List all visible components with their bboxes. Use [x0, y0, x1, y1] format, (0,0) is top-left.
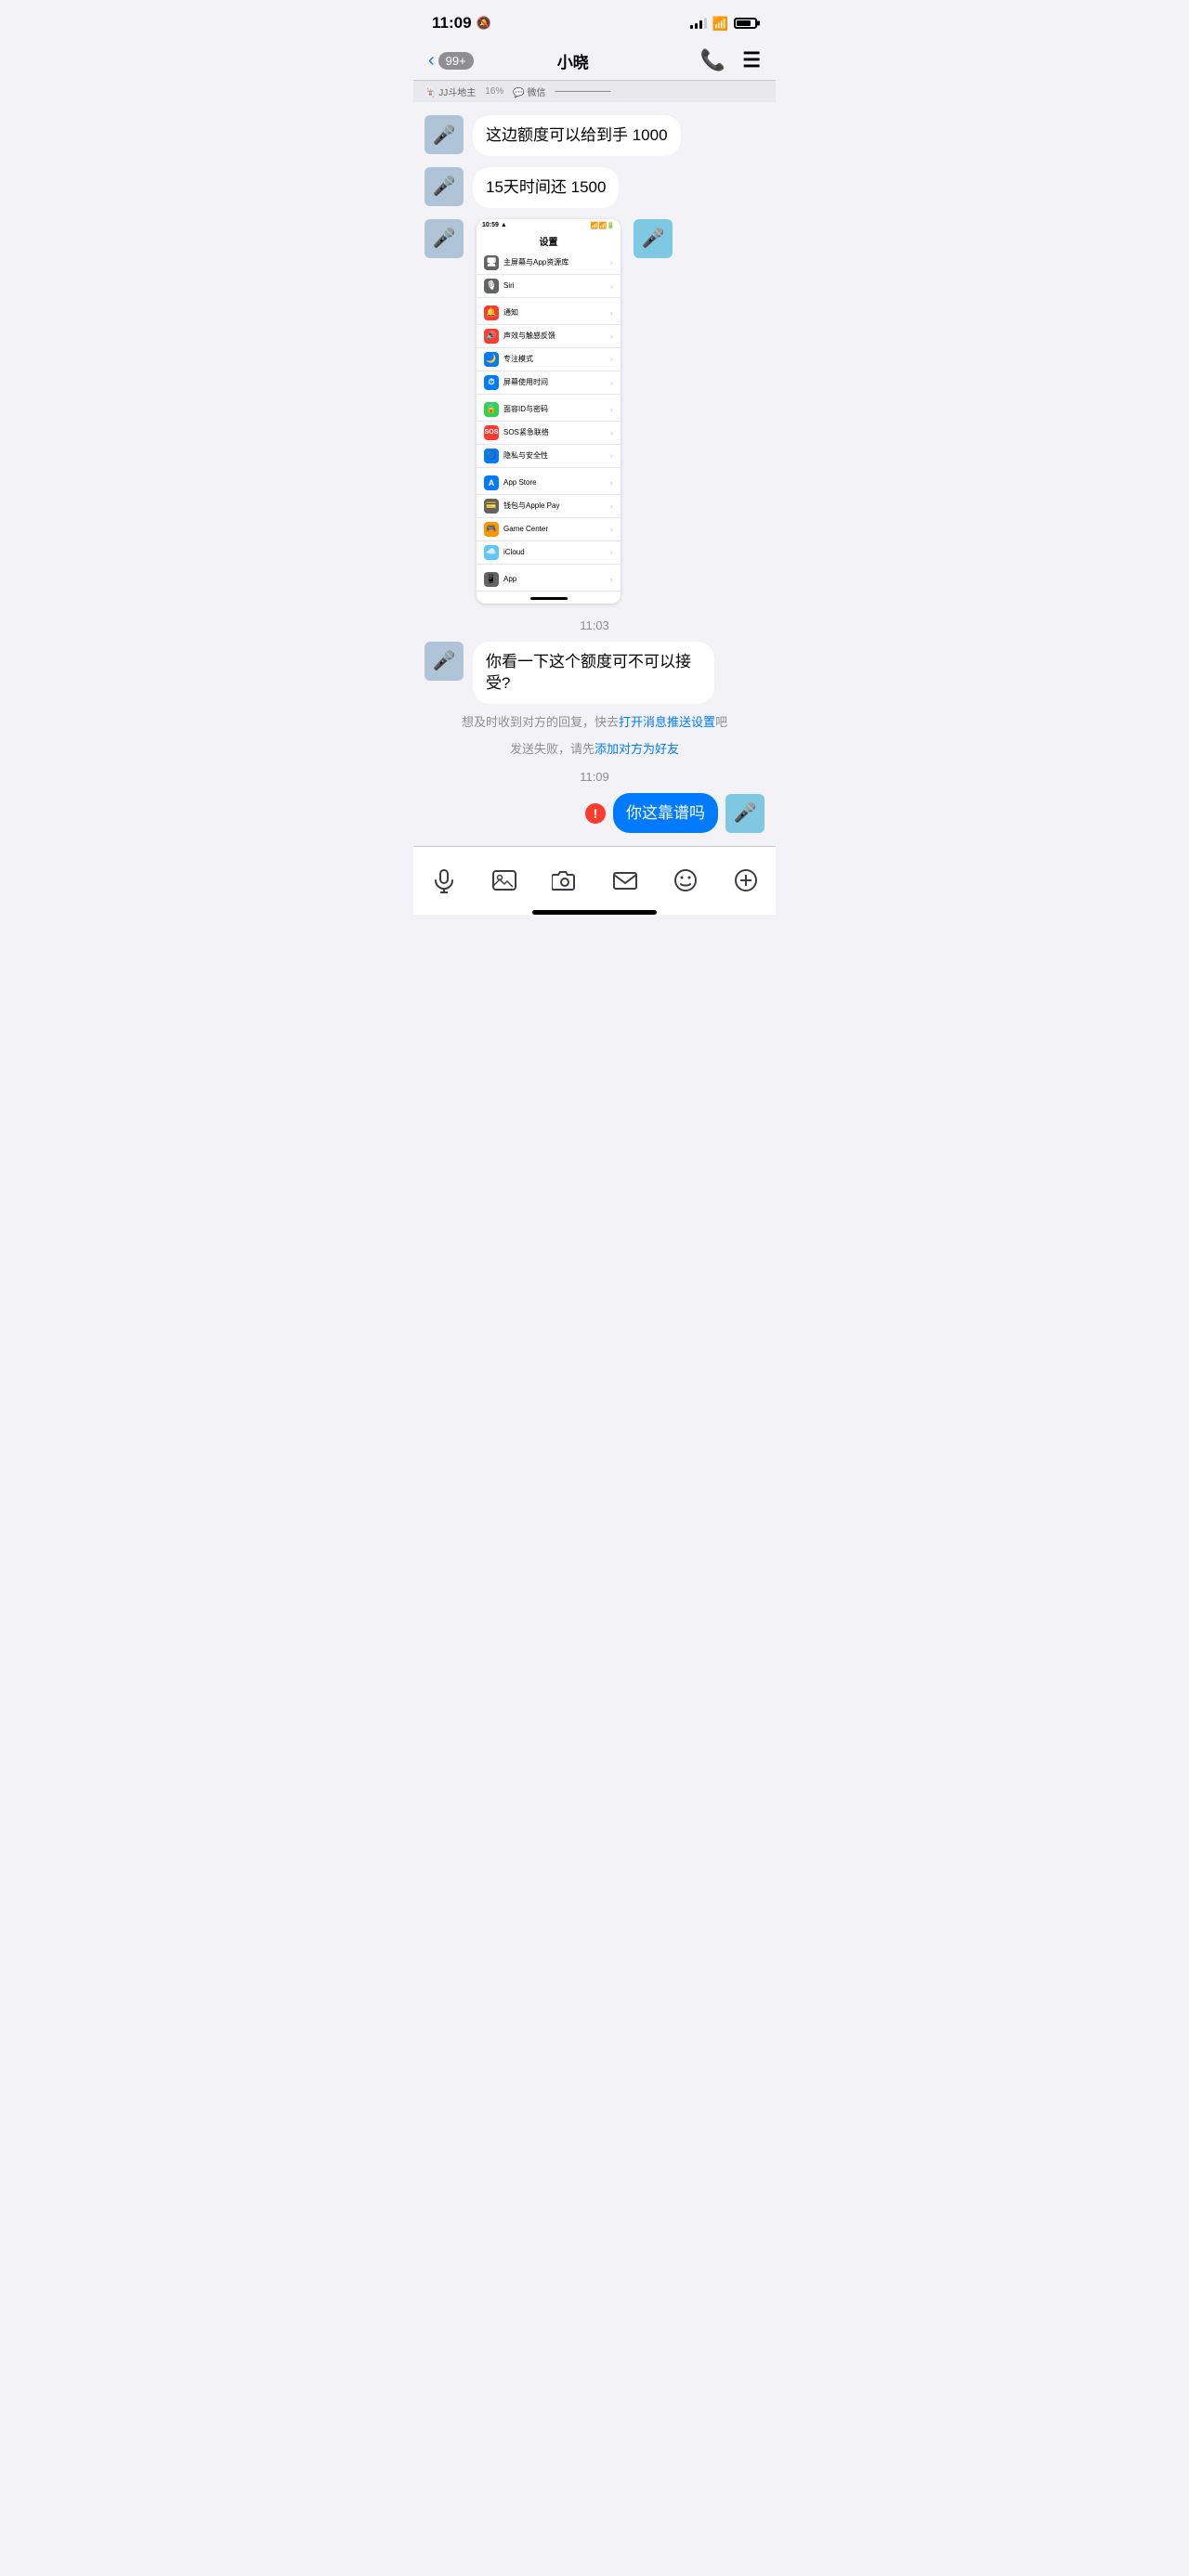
voice-input-button[interactable]	[427, 864, 461, 897]
timestamp: 11:03	[413, 609, 776, 636]
scroll-bar	[530, 597, 568, 600]
ss-title: 设置	[477, 232, 621, 252]
nav-bar: ‹ 99+ 小晓 📞 ☰	[413, 41, 776, 81]
ss-icon: 🌙	[484, 352, 499, 367]
mail-button[interactable]	[608, 864, 642, 897]
camera-button[interactable]	[548, 864, 581, 897]
ss-group: A App Store › 💳 钱包与Apple Pay › 🎮 Game	[477, 472, 621, 565]
avatar: 🎤	[425, 219, 464, 258]
ss-row: SOS SOS紧急联络 ›	[477, 422, 621, 445]
avatar: 🎤	[425, 167, 464, 206]
avatar-sent: 🎤	[725, 794, 764, 833]
ss-row: ☁️ iCloud ›	[477, 541, 621, 565]
message-row: 🎤 你看一下这个额度可不可以接受?	[413, 636, 776, 710]
top-preview-strip: 🃏 JJ斗地主 16% 💬 微信 ——————	[413, 81, 776, 102]
status-icons: 📶	[690, 16, 757, 32]
status-time-area: 11:09 🔕	[432, 14, 491, 33]
wifi-icon: 📶	[712, 16, 728, 32]
ss-status-bar: 10:59 ▲ 📶📶🔋	[477, 219, 621, 232]
ss-icon: SOS	[484, 425, 499, 440]
message-bubble: 15天时间还 1500	[473, 167, 619, 208]
avatar: 🎤	[425, 115, 464, 154]
message-row: 🎤 15天时间还 1500	[413, 162, 776, 214]
ss-row: 💳 钱包与Apple Pay ›	[477, 495, 621, 518]
ss-icon: ⏱	[484, 375, 499, 390]
add-friend-link[interactable]: 添加对方为好友	[594, 742, 679, 756]
send-failed-text: 发送失败，请先添加对方为好友	[413, 735, 776, 761]
ss-row: 📱 App ›	[477, 568, 621, 592]
ss-icon: 🎮	[484, 522, 499, 537]
input-toolbar	[413, 854, 776, 903]
ss-row: 🌙 专注模式 ›	[477, 348, 621, 371]
message-row-screenshot: 🎤 10:59 ▲ 📶📶🔋 设置 🖥 主屏幕与App资源库 ›	[413, 214, 776, 609]
ss-row: ⏱ 屏幕使用时间 ›	[477, 371, 621, 395]
ss-icon: 🎙	[484, 279, 499, 293]
screenshot-image: 10:59 ▲ 📶📶🔋 设置 🖥 主屏幕与App资源库 › 🎙 Si	[477, 219, 621, 604]
ss-icon: A	[484, 475, 499, 490]
ss-row: 🎙 Siri ›	[477, 275, 621, 298]
input-area	[413, 846, 776, 915]
ss-icon: 🔔	[484, 306, 499, 320]
message-bubble-sent: 你这靠谱吗	[613, 793, 718, 834]
ss-row: 🔒 面容ID与密码 ›	[477, 398, 621, 422]
time-display: 11:09	[432, 14, 472, 33]
ss-row: 🔔 通知 ›	[477, 302, 621, 325]
ss-icon: 🔵	[484, 449, 499, 463]
push-settings-link[interactable]: 打开消息推送设置	[619, 715, 715, 729]
menu-icon[interactable]: ☰	[742, 48, 761, 72]
app1-percent: 16%	[485, 86, 503, 97]
message-bubble: 你看一下这个额度可不可以接受?	[473, 642, 714, 705]
message-row: 🎤 这边额度可以给到手 1000	[413, 110, 776, 162]
message-bubble: 这边额度可以给到手 1000	[473, 115, 681, 156]
ss-row: 🔵 隐私与安全性 ›	[477, 445, 621, 468]
app1-label: 🃏 JJ斗地主	[425, 85, 476, 98]
timestamp: 11:09	[413, 761, 776, 787]
ss-row: 🖥 主屏幕与App资源库 ›	[477, 252, 621, 275]
avatar-sent: 🎤	[634, 219, 673, 258]
image-button[interactable]	[488, 864, 521, 897]
status-bar: 11:09 🔕 📶	[413, 0, 776, 41]
ss-group: 🔔 通知 › 🔊 声效与触感反馈 › 🌙 专注模式	[477, 302, 621, 395]
home-indicator	[532, 910, 657, 915]
ss-group: 🔒 面容ID与密码 › SOS SOS紧急联络 › 🔵 隐私与安全性	[477, 398, 621, 468]
notification-text: 想及时收到对方的回复，快去打开消息推送设置吧	[413, 709, 776, 735]
call-icon[interactable]: 📞	[700, 48, 725, 72]
chat-area: 🎤 这边额度可以给到手 1000 🎤 15天时间还 1500 🎤 10:59 ▲…	[413, 102, 776, 846]
ss-group: 🖥 主屏幕与App资源库 › 🎙 Siri ›	[477, 252, 621, 298]
back-chevron-icon: ‹	[428, 50, 435, 72]
ss-icon: 📱	[484, 572, 499, 587]
avatar: 🎤	[425, 642, 464, 681]
emoji-button[interactable]	[669, 864, 702, 897]
mute-icon: 🔕	[477, 16, 491, 31]
chat-title: 小晓	[446, 49, 700, 72]
ss-icon: ☁️	[484, 545, 499, 560]
ss-icon: 🖥	[484, 255, 499, 270]
ss-row: A App Store ›	[477, 472, 621, 495]
ss-group: 📱 App ›	[477, 568, 621, 592]
ss-row: 🔊 声效与触感反馈 ›	[477, 325, 621, 348]
signal-icon	[690, 18, 707, 29]
ss-row: 🎮 Game Center ›	[477, 518, 621, 541]
battery-icon	[734, 18, 757, 29]
app2-label: 💬 微信	[513, 85, 545, 98]
ss-icon: 🔊	[484, 329, 499, 344]
send-error-icon[interactable]: !	[585, 803, 606, 824]
message-row-sent: 🎤 你这靠谱吗 !	[413, 787, 776, 839]
nav-actions: 📞 ☰	[700, 48, 761, 72]
ss-icon: 🔒	[484, 402, 499, 417]
add-button[interactable]	[729, 864, 763, 897]
ss-icon: 💳	[484, 499, 499, 514]
